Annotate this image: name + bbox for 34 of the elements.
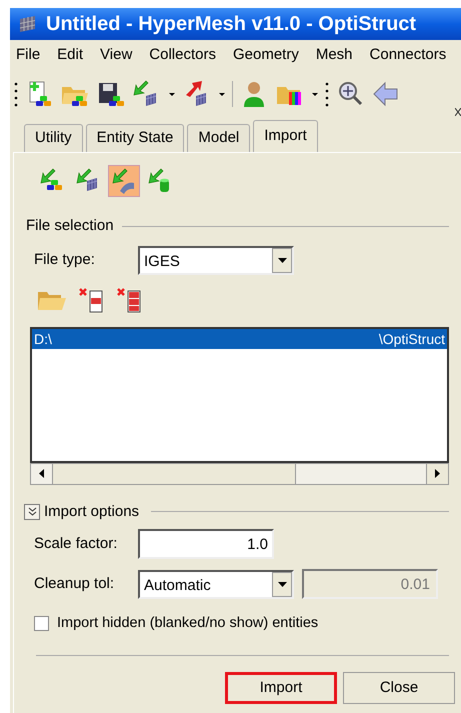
menu-item[interactable]: File: [16, 44, 40, 66]
mesh-grid-icon: [18, 15, 38, 33]
menu-item[interactable]: Geometry: [232, 44, 299, 66]
menu-item[interactable]: Collectors: [149, 44, 216, 66]
tab[interactable]: Entity State: [86, 124, 184, 152]
field-label: Scale factor:: [34, 534, 118, 554]
horizontal-scrollbar[interactable]: [30, 462, 449, 484]
checkbox-label: Import hidden (blanked/no show) entities: [57, 614, 318, 633]
menu-item[interactable]: Mesh: [316, 44, 353, 66]
checkbox[interactable]: [34, 616, 49, 632]
field-label: File type:: [34, 250, 96, 270]
scroll-right-icon[interactable]: [435, 469, 440, 478]
window-title: Untitled - HyperMesh v11.0 - OptiStruct: [46, 12, 416, 37]
scroll-left-icon[interactable]: [39, 469, 44, 478]
dialog-button[interactable]: Close: [343, 672, 455, 704]
dropdown-arrow-icon: [278, 258, 286, 262]
section-title: Import options: [44, 502, 140, 522]
menu-item[interactable]: Connectors: [370, 44, 446, 66]
field-label: Cleanup tol:: [34, 574, 116, 594]
menu-item[interactable]: View: [100, 44, 132, 66]
dialog-button[interactable]: Import: [225, 672, 337, 704]
section-title: File selection: [26, 216, 114, 236]
cleanup-tol-dropdown[interactable]: Automatic: [138, 570, 294, 598]
file-type-dropdown[interactable]: IGES: [138, 246, 294, 274]
scale-factor-field[interactable]: 1.0: [138, 529, 274, 559]
toolbar-overflow-icon[interactable]: [455, 108, 461, 116]
file-row[interactable]: D:\ \OptiStruct: [32, 328, 447, 348]
dropdown-arrow-icon: [278, 582, 286, 586]
tab[interactable]: Utility: [24, 124, 83, 152]
double-chevron-icon: [28, 506, 36, 517]
tab[interactable]: Import: [253, 120, 318, 152]
tab[interactable]: Model: [187, 124, 250, 152]
collapse-toggle[interactable]: [24, 504, 40, 520]
menu-item[interactable]: Edit: [57, 44, 84, 66]
